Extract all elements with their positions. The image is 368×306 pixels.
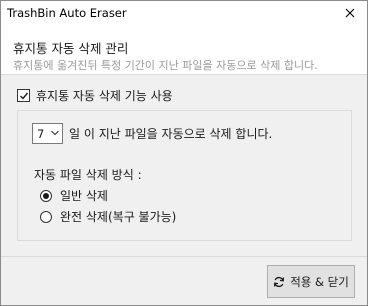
days-suffix-label: 일 이 지난 파일을 자동으로 삭제 합니다.: [69, 127, 273, 141]
close-button[interactable]: [335, 1, 365, 24]
days-select-value: 7: [37, 127, 45, 141]
radio-button[interactable]: [40, 189, 52, 202]
settings-group: 7 일 이 지난 파일을 자동으로 삭제 합니다. 자동 파일 삭제 방식 : …: [17, 110, 352, 241]
radio-permanent-delete-label: 완전 삭제(복구 불가능): [60, 210, 177, 224]
app-window: TrashBin Auto Eraser 휴지통 자동 삭제 관리 휴지통에 옮…: [0, 0, 368, 306]
title-bar: TrashBin Auto Eraser: [1, 1, 367, 25]
delete-method-label: 자동 파일 삭제 방식 :: [34, 168, 142, 182]
days-row: 7 일 이 지난 파일을 자동으로 삭제 합니다.: [32, 123, 272, 144]
header-title: 휴지통 자동 삭제 관리: [13, 41, 129, 56]
days-select[interactable]: 7: [32, 123, 63, 144]
radio-button[interactable]: [40, 210, 52, 223]
window-title: TrashBin Auto Eraser: [7, 6, 127, 20]
radio-normal-delete-label: 일반 삭제: [60, 189, 108, 203]
enable-label: 휴지통 자동 삭제 기능 사용: [36, 89, 173, 103]
refresh-icon: [273, 276, 285, 288]
apply-close-label: 적용 & 닫기: [290, 274, 349, 289]
checkbox-box[interactable]: [17, 89, 30, 102]
apply-close-button[interactable]: 적용 & 닫기: [267, 265, 355, 298]
radio-selected-dot: [43, 192, 49, 199]
chevron-down-icon: [51, 130, 59, 136]
checkmark-icon: [19, 92, 28, 100]
radio-normal-delete[interactable]: 일반 삭제: [40, 187, 108, 204]
header-description: 휴지통에 옮겨진뒤 특정 기간이 지난 파일을 자동으로 삭제 합니다.: [13, 59, 318, 72]
footer-divider: [1, 256, 367, 257]
header-panel: 휴지통 자동 삭제 관리 휴지통에 옮겨진뒤 특정 기간이 지난 파일을 자동으…: [1, 25, 367, 75]
radio-permanent-delete[interactable]: 완전 삭제(복구 불가능): [40, 208, 176, 225]
close-icon: [345, 8, 355, 17]
enable-auto-delete-checkbox[interactable]: 휴지통 자동 삭제 기능 사용: [17, 87, 173, 104]
